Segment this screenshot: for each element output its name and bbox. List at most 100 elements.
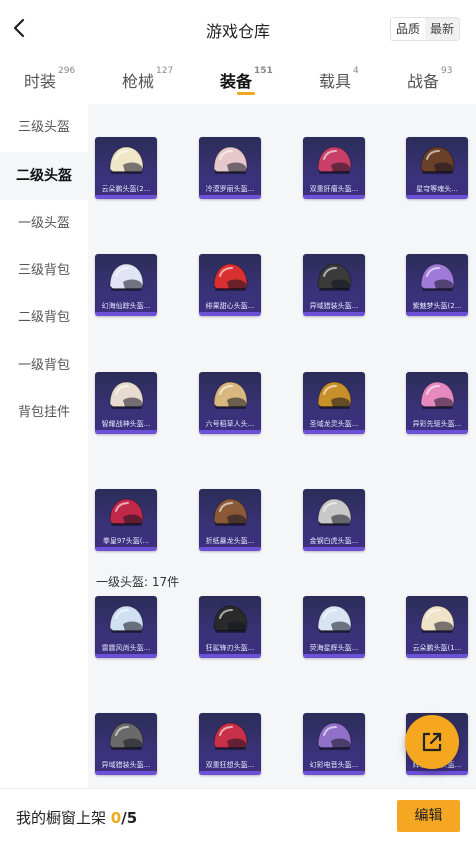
item-card[interactable]: 六号稻草人头...: [199, 372, 261, 434]
tab-count: 93: [441, 66, 453, 76]
tab-count: 127: [156, 66, 174, 76]
rarity-bar: [303, 547, 365, 551]
rarity-bar: [95, 771, 157, 775]
helmet-red-blue-icon: [213, 722, 248, 750]
rarity-bar: [303, 771, 365, 775]
helmet-grey-visor-icon: [109, 722, 144, 750]
rarity-bar: [406, 771, 468, 775]
sidebar-item-level3-helmet[interactable]: 三级头盔: [0, 104, 88, 152]
rarity-bar: [95, 547, 157, 551]
helmet-galaxy-icon: [317, 605, 352, 633]
item-name: 异域猎装头盔...: [101, 761, 151, 769]
helmet-strawberry-icon: [213, 263, 248, 291]
item-card[interactable]: 云朵鹏头盔(1...: [406, 596, 468, 658]
item-name: 冷漠罗丽头盔...: [205, 185, 255, 193]
helmet-gold-ornate-icon: [109, 381, 144, 409]
item-name: 双重肝瘤头盔...: [309, 185, 359, 193]
sidebar-item-backpack-pendant[interactable]: 背包挂件: [0, 389, 88, 437]
item-card[interactable]: 金钢白虎头盔...: [303, 489, 365, 551]
helmet-dark-visor-icon: [317, 263, 352, 291]
helmet-origami-rex-icon: [213, 498, 248, 526]
helmet-dark-crest-icon: [420, 146, 455, 174]
rarity-bar: [199, 771, 261, 775]
item-name: 六号稻草人头...: [205, 420, 255, 428]
item-name: 金钢白虎头盔...: [309, 537, 359, 545]
item-name: 雷霆风尚头盔...: [101, 644, 151, 652]
sidebar-item-level1-backpack[interactable]: 一级背包: [0, 342, 88, 390]
rarity-bar: [95, 430, 157, 434]
category-tabs: 时装296 枪械127 装备151 载具4 战备93: [0, 60, 476, 102]
tab-label: 装备: [220, 72, 253, 91]
item-card[interactable]: 狂鲨锋刃头盔...: [199, 596, 261, 658]
active-tab-indicator: [237, 92, 255, 95]
item-name: 异域猎装头盔...: [309, 302, 359, 310]
item-name: 云朵鹏头盔(1...: [412, 644, 462, 652]
item-card[interactable]: 异彩先驱头盔...: [406, 372, 468, 434]
sidebar-item-level1-helmet[interactable]: 一级头盔: [0, 200, 88, 248]
section-header-level1-helmet: 一级头盔: 17件: [96, 575, 180, 589]
tab-firearms[interactable]: 枪械127: [122, 66, 174, 92]
rarity-bar: [95, 312, 157, 316]
helmet-golden-dragon-icon: [317, 381, 352, 409]
helmet-pink-rockstar-icon: [317, 146, 352, 174]
edit-button[interactable]: 编辑: [397, 800, 460, 832]
item-card[interactable]: 冷漠罗丽头盔...: [199, 137, 261, 199]
item-name: 拳皇97头盔(...: [102, 537, 150, 545]
tab-fashion[interactable]: 时装296: [24, 66, 76, 92]
item-card[interactable]: 雷霆风尚头盔...: [95, 596, 157, 658]
item-card[interactable]: 幻彩电音头盔...: [303, 713, 365, 775]
item-card[interactable]: 折纸暴龙头盔...: [199, 489, 261, 551]
item-card[interactable]: 拳皇97头盔(...: [95, 489, 157, 551]
sidebar-item-level2-backpack[interactable]: 二级背包: [0, 294, 88, 342]
share-floating-button[interactable]: [405, 715, 459, 769]
item-card[interactable]: 智耀战神头盔...: [95, 372, 157, 434]
item-name: 绯果甜心头盔...: [205, 302, 255, 310]
rarity-bar: [199, 430, 261, 434]
rarity-bar: [303, 195, 365, 199]
helmet-kof97-icon: [109, 498, 144, 526]
item-name: 紫魅梦头盔(2...: [412, 302, 462, 310]
tab-label: 枪械: [122, 72, 155, 91]
showcase-label: 我的橱窗上架: [16, 809, 107, 827]
item-name: 狂鲨锋刃头盔...: [205, 644, 255, 652]
item-card[interactable]: 紫魅梦头盔(2...: [406, 254, 468, 316]
helmet-purple-flower-icon: [317, 722, 352, 750]
tab-equipment[interactable]: 装备151: [220, 66, 273, 92]
sidebar-item-level3-backpack[interactable]: 三级背包: [0, 247, 88, 295]
item-card[interactable]: 异域猎装头盔...: [303, 254, 365, 316]
helmet-pink-floral-icon: [213, 146, 248, 174]
item-card[interactable]: 异域猎装头盔...: [95, 713, 157, 775]
tab-label: 时装: [24, 72, 57, 91]
rarity-bar: [199, 654, 261, 658]
rarity-bar: [406, 654, 468, 658]
item-card[interactable]: 荧海星辉头盔...: [303, 596, 365, 658]
item-card[interactable]: 绯果甜心头盔...: [199, 254, 261, 316]
item-grid: 一级头盔: 17件 云朵鹏头盔(2... 冷漠罗丽头盔... 双重肝瘤头盔... 星穹…: [88, 104, 476, 788]
item-card[interactable]: 双重肝瘤头盔...: [303, 137, 365, 199]
tab-supplies[interactable]: 战备93: [407, 66, 453, 92]
tab-vehicles[interactable]: 载具4: [319, 66, 359, 92]
tab-count: 296: [58, 66, 76, 76]
item-card[interactable]: 星穹等魂头...: [406, 137, 468, 199]
helmet-pink-fish-icon: [420, 381, 455, 409]
sidebar-item-level2-helmet[interactable]: 二级头盔: [0, 152, 88, 200]
item-card[interactable]: 双重狂想头盔...: [199, 713, 261, 775]
item-card[interactable]: 圣域龙灵头盔...: [303, 372, 365, 434]
rarity-bar: [303, 430, 365, 434]
sort-by-quality-button[interactable]: 品质: [390, 18, 425, 40]
rarity-bar: [406, 195, 468, 199]
helmet-white-tiger-icon: [317, 498, 352, 526]
helmet-crystal-wing-icon: [109, 263, 144, 291]
item-name: 智耀战神头盔...: [101, 420, 151, 428]
sort-toggle: 品质 最新: [389, 17, 460, 41]
header: 游戏仓库 品质 最新: [0, 0, 476, 56]
helmet-cream-gold-icon: [420, 605, 455, 633]
item-name: 幻海仙踪头盔...: [101, 302, 151, 310]
tab-label: 战备: [407, 72, 440, 91]
item-card[interactable]: 云朵鹏头盔(2...: [95, 137, 157, 199]
rarity-bar: [406, 430, 468, 434]
item-card[interactable]: 幻海仙踪头盔...: [95, 254, 157, 316]
tab-count: 151: [254, 66, 273, 76]
rarity-bar: [95, 654, 157, 658]
sort-by-newest-button[interactable]: 最新: [424, 18, 459, 40]
